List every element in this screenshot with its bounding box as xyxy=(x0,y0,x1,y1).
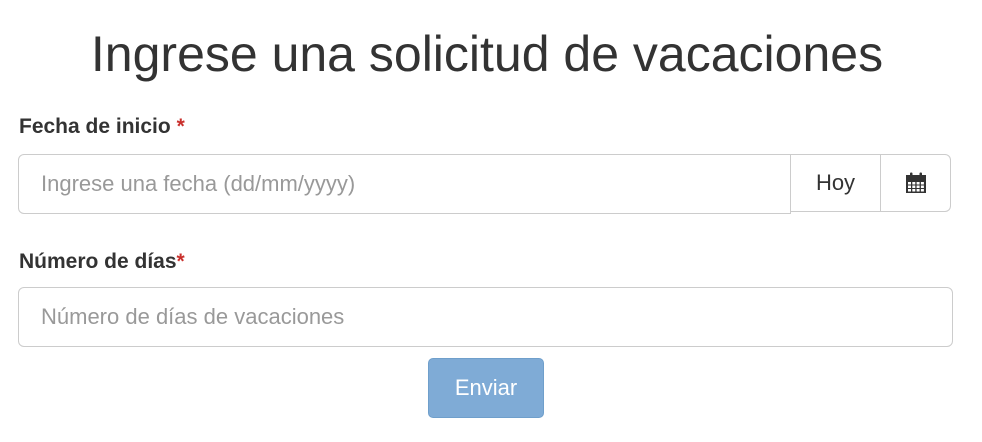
days-label: Número de días* xyxy=(19,249,185,275)
calendar-button[interactable] xyxy=(881,154,951,212)
today-button[interactable]: Hoy xyxy=(791,154,881,212)
submit-button[interactable]: Enviar xyxy=(428,358,544,418)
required-mark: * xyxy=(176,115,185,138)
start-date-input-group: Hoy xyxy=(18,154,951,214)
today-button-label: Hoy xyxy=(815,170,856,195)
days-input[interactable] xyxy=(18,287,953,347)
start-date-input[interactable] xyxy=(18,154,791,214)
days-label-text: Número de días xyxy=(19,250,177,273)
start-date-label-text: Fecha de inicio xyxy=(19,115,171,138)
vacation-request-page: Ingrese una solicitud de vacaciones Fech… xyxy=(0,0,982,442)
required-mark: * xyxy=(176,250,185,273)
calendar-icon xyxy=(905,172,926,193)
page-title: Ingrese una solicitud de vacaciones xyxy=(90,26,884,82)
start-date-label: Fecha de inicio * xyxy=(19,114,185,140)
